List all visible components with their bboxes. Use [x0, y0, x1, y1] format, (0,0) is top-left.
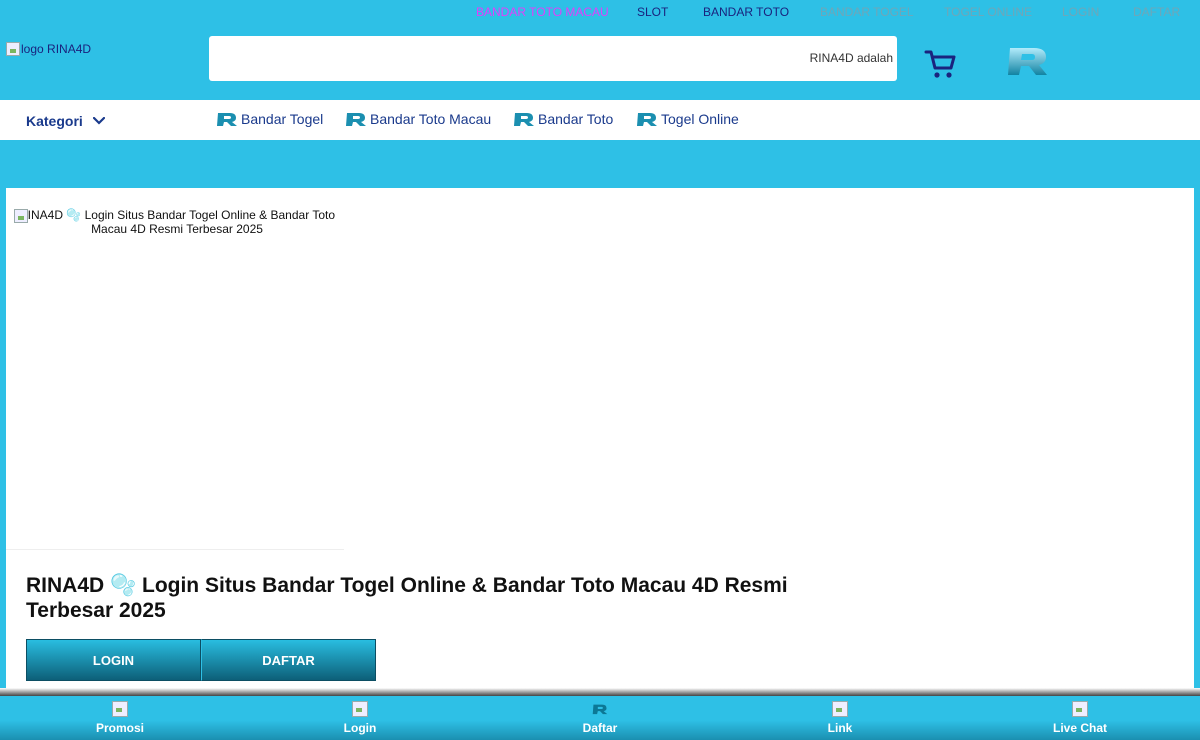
toplink-login[interactable]: LOGIN	[1062, 5, 1099, 19]
logo-alt-text: logo RINA4D	[21, 42, 92, 56]
site-header: logo RINA4D RINA4D adalah	[0, 26, 1200, 100]
toplink-slot[interactable]: SLOT	[637, 5, 668, 19]
r-brand-icon	[217, 113, 237, 126]
product-image-alt: RINA4D 🫧 Login Situs Bandar Togel Online…	[14, 208, 340, 236]
kategori-dropdown[interactable]: Kategori	[26, 113, 105, 129]
top-link-bar: BANDAR TOTO MACAU SLOT BANDAR TOTO BANDA…	[0, 0, 1200, 26]
bottom-nav: Promosi Login Daftar Link Live Chat	[0, 696, 1200, 740]
broken-image-icon	[14, 209, 28, 223]
catnav-item-bandar-togel[interactable]: Bandar Togel	[216, 111, 323, 127]
catnav-label: Bandar Toto Macau	[370, 111, 492, 127]
link-icon	[832, 701, 848, 717]
r-brand-icon	[514, 113, 534, 126]
toplink-bandar-toto[interactable]: BANDAR TOTO	[703, 5, 789, 19]
bottom-nav-label: Promosi	[95, 721, 144, 735]
catnav-item-togel-online[interactable]: Togel Online	[636, 111, 739, 127]
daftar-button[interactable]: DAFTAR	[201, 639, 376, 681]
bottom-nav-label: Daftar	[582, 721, 618, 735]
page-title: RINA4D 🫧 Login Situs Bandar Togel Online…	[26, 574, 788, 622]
r-brand-icon	[346, 113, 366, 126]
toplink-togel-online[interactable]: TOGEL ONLINE	[944, 5, 1032, 19]
bottom-nav-label: Login	[343, 721, 377, 735]
promo-icon	[112, 701, 128, 717]
action-buttons: LOGIN DAFTAR	[26, 639, 376, 681]
r-brand-icon[interactable]	[1004, 42, 1052, 80]
broken-image-icon	[6, 42, 20, 56]
login-button[interactable]: LOGIN	[26, 639, 201, 681]
catnav-item-bandar-toto-macau[interactable]: Bandar Toto Macau	[345, 111, 491, 127]
toplink-bandar-togel[interactable]: BANDAR TOGEL	[820, 5, 914, 19]
bottom-nav-daftar[interactable]: Daftar	[480, 696, 720, 740]
product-card: RINA4D 🫧 Login Situs Bandar Togel Online…	[6, 188, 1194, 698]
bottom-nav-link[interactable]: Link	[720, 696, 960, 740]
catnav-label: Togel Online	[661, 111, 739, 127]
bottom-nav-login[interactable]: Login	[240, 696, 480, 740]
bottom-nav-live-chat[interactable]: Live Chat	[960, 696, 1200, 740]
chat-icon	[1072, 701, 1088, 717]
product-image: RINA4D 🫧 Login Situs Bandar Togel Online…	[6, 188, 344, 550]
bottom-shadow	[0, 688, 1200, 696]
bottom-nav-promosi[interactable]: Promosi	[0, 696, 240, 740]
catnav-item-bandar-toto[interactable]: Bandar Toto	[513, 111, 613, 127]
bottom-nav-label: Live Chat	[1052, 721, 1107, 735]
catnav-label: Bandar Toto	[538, 111, 614, 127]
image-alt-text: RINA4D 🫧 Login Situs Bandar Togel Online…	[18, 208, 335, 236]
kategori-label: Kategori	[26, 113, 83, 129]
r-brand-icon	[592, 704, 608, 715]
marquee-box: RINA4D adalah	[209, 36, 897, 81]
chevron-down-icon	[92, 117, 105, 125]
toplink-bandar-toto-macau[interactable]: BANDAR TOTO MACAU	[476, 5, 609, 19]
r-brand-icon	[637, 113, 657, 126]
toplink-daftar[interactable]: DAFTAR	[1133, 5, 1180, 19]
site-logo[interactable]: logo RINA4D	[6, 42, 91, 56]
bottom-nav-label: Link	[827, 721, 853, 735]
login-icon	[352, 701, 368, 717]
catnav-label: Bandar Togel	[241, 111, 324, 127]
cart-icon[interactable]	[924, 48, 958, 80]
category-nav: Kategori Bandar Togel Bandar Toto Macau …	[0, 100, 1200, 140]
marquee-text: RINA4D adalah	[809, 51, 893, 65]
